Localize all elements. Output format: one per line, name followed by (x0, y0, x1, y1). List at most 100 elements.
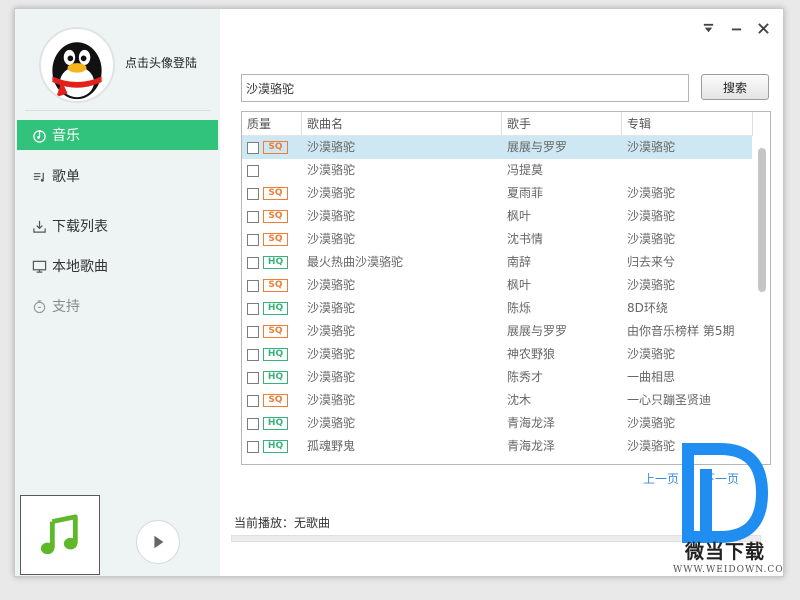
sidebar-item-downloads[interactable]: 下载列表 (17, 211, 218, 241)
cell-artist: 南辞 (507, 255, 532, 269)
search-input[interactable] (241, 74, 689, 102)
music-note-icon (31, 127, 47, 143)
quality-badge: SQ (263, 394, 288, 407)
cell-title: 孤魂野鬼 (307, 439, 356, 453)
table-row[interactable]: HQ 沙漠骆驼 神农野狼 沙漠骆驼 (242, 343, 753, 366)
skin-menu-button[interactable] (699, 19, 717, 37)
quality-badge: HQ (263, 256, 288, 269)
column-header-album[interactable]: 专辑 (622, 112, 753, 136)
row-checkbox[interactable] (247, 234, 259, 246)
quality-badge: SQ (263, 141, 288, 154)
dropdown-icon (703, 23, 713, 32)
close-icon (757, 22, 769, 34)
cell-title: 沙漠骆驼 (307, 140, 356, 154)
quality-badge: SQ (263, 187, 288, 200)
close-button[interactable] (754, 19, 772, 37)
cell-album: 由你音乐榜样 第5期 (627, 324, 735, 338)
cell-artist: 枫叶 (507, 209, 532, 223)
sidebar-divider (25, 110, 210, 111)
table-row[interactable]: HQ 沙漠骆驼 陈烁 8D环绕 (242, 297, 753, 320)
cell-album: 一心只蹦圣贤迪 (627, 393, 712, 407)
cell-artist: 枫叶 (507, 278, 532, 292)
play-icon (154, 535, 164, 549)
scrollbar-thumb[interactable] (758, 148, 766, 292)
row-checkbox[interactable] (247, 280, 259, 292)
row-checkbox[interactable] (247, 441, 259, 453)
login-prompt[interactable]: 点击头像登陆 (125, 54, 197, 71)
cell-album: 沙漠骆驼 (627, 209, 676, 223)
row-checkbox[interactable] (247, 395, 259, 407)
sidebar-item-label: 支持 (52, 299, 80, 315)
sidebar-item-support[interactable]: 支持 (17, 291, 218, 321)
cell-album: 沙漠骆驼 (627, 278, 676, 292)
row-checkbox[interactable] (247, 165, 259, 177)
sidebar: 点击头像登陆 音乐 歌单 下载列表 本地歌曲 支持 (15, 9, 220, 576)
cell-album: 一曲相思 (627, 370, 676, 384)
column-header-artist[interactable]: 歌手 (502, 112, 622, 136)
cell-artist: 沈木 (507, 393, 532, 407)
table-row[interactable]: SQ 沙漠骆驼 枫叶 沙漠骆驼 (242, 205, 753, 228)
row-checkbox[interactable] (247, 188, 259, 200)
table-row[interactable]: SQ 沙漠骆驼 沈木 一心只蹦圣贤迪 (242, 389, 753, 412)
cell-artist: 陈烁 (507, 301, 532, 315)
sidebar-item-label: 歌单 (52, 169, 80, 185)
row-checkbox[interactable] (247, 349, 259, 361)
cell-album: 沙漠骆驼 (627, 416, 676, 430)
column-header-quality[interactable]: 质量 (242, 112, 302, 136)
quality-badge: SQ (263, 279, 288, 292)
cell-album: 8D环绕 (627, 301, 668, 315)
cell-title: 沙漠骆驼 (307, 370, 356, 384)
now-playing-label: 当前播放：无歌曲 (234, 516, 331, 530)
sidebar-item-local-songs[interactable]: 本地歌曲 (17, 251, 218, 281)
table-row[interactable]: SQ 沙漠骆驼 夏雨菲 沙漠骆驼 (242, 182, 753, 205)
sidebar-item-playlist[interactable]: 歌单 (17, 161, 218, 191)
cell-album: 沙漠骆驼 (627, 232, 676, 246)
vertical-scrollbar[interactable] (752, 136, 770, 464)
quality-badge: SQ (263, 210, 288, 223)
cell-title: 沙漠骆驼 (307, 347, 356, 361)
cell-title: 沙漠骆驼 (307, 209, 356, 223)
cell-artist: 神农野狼 (507, 347, 556, 361)
results-table: 质量 歌曲名 歌手 专辑 SQ 沙漠骆驼 展展与罗罗 沙漠骆驼 沙漠骆驼 冯提莫 SQ 沙漠骆… (241, 111, 771, 465)
cell-title: 沙漠骆驼 (307, 163, 356, 177)
table-header: 质量 歌曲名 歌手 专辑 (242, 112, 753, 136)
row-checkbox[interactable] (247, 372, 259, 384)
row-checkbox[interactable] (247, 326, 259, 338)
cell-album: 归去来兮 (627, 255, 676, 269)
album-cover[interactable] (20, 495, 100, 575)
cell-artist: 青海龙泽 (507, 439, 556, 453)
table-row[interactable]: SQ 沙漠骆驼 沈书情 沙漠骆驼 (242, 228, 753, 251)
row-checkbox[interactable] (247, 418, 259, 430)
table-row[interactable]: SQ 沙漠骆驼 展展与罗罗 由你音乐榜样 第5期 (242, 320, 753, 343)
row-checkbox[interactable] (247, 142, 259, 154)
search-button[interactable]: 搜索 (701, 74, 769, 100)
table-row[interactable]: SQ 沙漠骆驼 展展与罗罗 沙漠骆驼 (242, 136, 753, 159)
cell-title: 沙漠骆驼 (307, 278, 356, 292)
cell-title: 沙漠骆驼 (307, 393, 356, 407)
play-button[interactable] (136, 520, 180, 564)
cell-title: 沙漠骆驼 (307, 186, 356, 200)
row-checkbox[interactable] (247, 211, 259, 223)
minimize-button[interactable] (727, 19, 745, 37)
table-row[interactable]: HQ 沙漠骆驼 青海龙泽 沙漠骆驼 (242, 412, 753, 435)
column-header-title[interactable]: 歌曲名 (302, 112, 502, 136)
quality-badge: HQ (263, 348, 288, 361)
cell-artist: 沈书情 (507, 232, 544, 246)
monitor-icon (31, 258, 47, 274)
table-row[interactable]: HQ 沙漠骆驼 陈秀才 一曲相思 (242, 366, 753, 389)
table-row[interactable]: SQ 沙漠骆驼 枫叶 沙漠骆驼 (242, 274, 753, 297)
row-checkbox[interactable] (247, 303, 259, 315)
quality-badge: HQ (263, 417, 288, 430)
cell-title: 沙漠骆驼 (307, 324, 356, 338)
sidebar-item-music[interactable]: 音乐 (17, 120, 218, 150)
row-checkbox[interactable] (247, 257, 259, 269)
avatar[interactable] (39, 27, 115, 103)
minimize-icon (731, 28, 741, 30)
support-icon (31, 298, 47, 314)
sidebar-item-label: 本地歌曲 (52, 259, 108, 275)
table-row[interactable]: HQ 最火热曲沙漠骆驼 南辞 归去来兮 (242, 251, 753, 274)
download-icon (31, 218, 47, 234)
cell-album (627, 159, 752, 182)
table-row[interactable]: 沙漠骆驼 冯提莫 (242, 159, 753, 182)
playlist-icon (31, 168, 47, 184)
